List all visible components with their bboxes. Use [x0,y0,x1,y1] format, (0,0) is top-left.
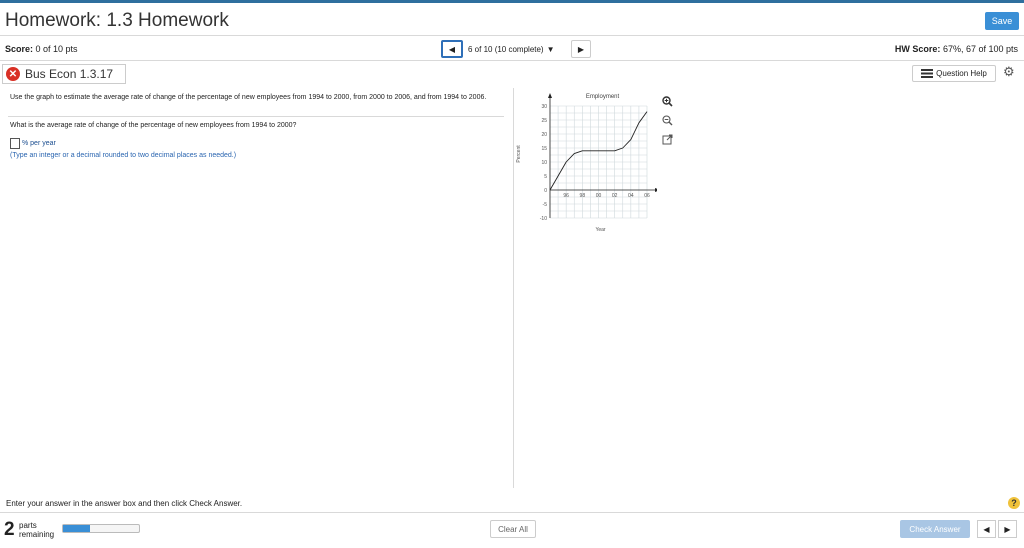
clear-all-button[interactable]: Clear All [490,520,536,538]
divider [0,512,1024,513]
remaining-label: remaining [19,530,55,539]
chevron-down-icon: ▼ [546,44,555,54]
x-tick-label: 00 [596,193,602,199]
y-tick-label: -5 [543,202,548,208]
zoom-in-icon[interactable] [660,94,674,108]
x-tick-label: 98 [580,193,586,199]
answer-row: % per year [10,138,56,149]
x-axis-arrow [655,188,657,192]
parts-label: parts [19,521,37,530]
next-question-button[interactable]: ▶ [571,40,591,58]
divider [0,35,1024,36]
y-tick-label: 5 [544,174,547,180]
score-label: Score: [5,44,34,54]
unit-label: % per year [22,140,56,147]
top-accent-bar [0,0,1024,3]
x-axis-label: Year [595,227,605,233]
hw-score-label: HW Score: [894,44,941,54]
page-title: Homework: 1.3 Homework [5,10,229,31]
chart-title: Employment [586,94,620,100]
hw-score: HW Score: 67%, 67 of 100 pts [895,44,1018,54]
progress-bar [62,524,140,533]
question-prompt: Use the graph to estimate the average ra… [10,94,487,101]
employment-graph: 30 25 20 15 10 5 0 -5 -10 96 98 00 02 04 06 Employment Y… [516,93,657,233]
y-axis-arrow [548,93,552,98]
footer-instruction: Enter your answer in the answer box and … [6,499,243,508]
y-tick-label: 25 [541,118,547,124]
answer-input[interactable] [10,138,20,149]
sub-question: What is the average rate of change of th… [10,122,297,129]
question-help-label: Question Help [936,69,987,78]
check-answer-button[interactable]: Check Answer [900,520,970,538]
prev-part-button[interactable]: ◀ [977,520,996,538]
save-button[interactable]: Save [985,12,1019,30]
x-tick-label: 96 [563,193,569,199]
y-tick-label: 20 [541,132,547,138]
question-select[interactable]: 6 of 10 (10 complete) ▼ [466,41,568,57]
expand-icon[interactable] [660,132,674,146]
question-position: 6 of 10 (10 complete) [468,44,544,54]
x-tick-label: 06 [644,193,650,199]
progress-fill [63,525,90,532]
next-part-button[interactable]: ▶ [998,520,1017,538]
question-tab[interactable]: ✕ Bus Econ 1.3.17 [2,64,126,84]
y-axis-label: Percent [516,145,522,163]
x-tick-label: 04 [628,193,634,199]
y-tick-label: 0 [544,188,547,194]
y-tick-label: -10 [540,216,547,222]
score: Score: 0 of 10 pts [5,44,78,54]
divider [8,116,504,117]
graph-tools [660,94,674,151]
hw-score-value: 67%, 67 of 100 pts [942,44,1018,54]
gear-icon[interactable]: ⚙ [1003,64,1015,80]
list-icon [921,69,934,78]
question-help-button[interactable]: Question Help [912,65,996,82]
parts-count: 2 [4,519,15,540]
score-value: 0 of 10 pts [35,44,78,54]
help-icon[interactable]: ? [1008,497,1020,509]
x-tick-label: 02 [612,193,618,199]
zoom-out-icon[interactable] [660,113,674,127]
question-name: Bus Econ 1.3.17 [25,67,114,81]
divider [0,60,1024,61]
x-icon: ✕ [6,67,20,81]
y-tick-label: 15 [541,146,547,152]
y-tick-label: 30 [541,104,547,110]
previous-question-button[interactable]: ◀ [441,40,463,58]
answer-hint: (Type an integer or a decimal rounded to… [10,152,237,159]
y-tick-label: 10 [541,160,547,166]
